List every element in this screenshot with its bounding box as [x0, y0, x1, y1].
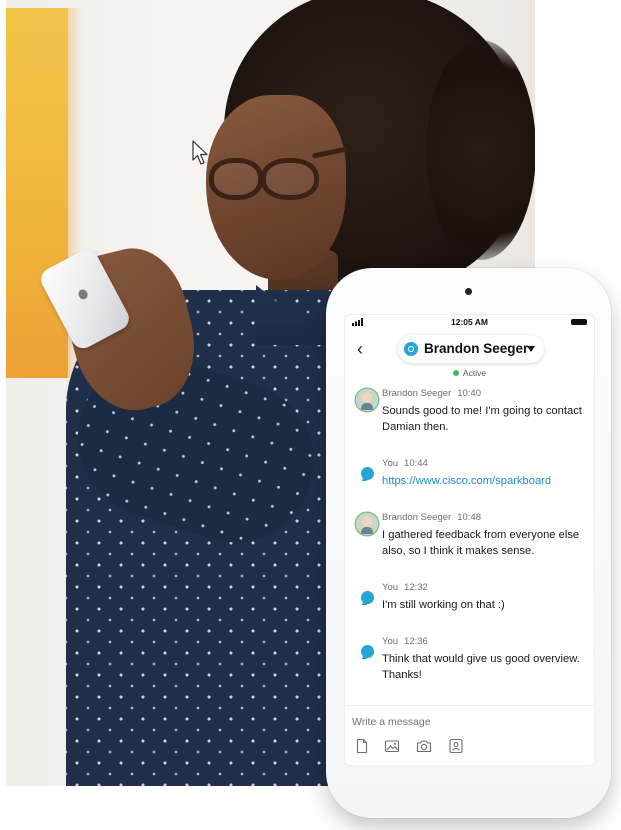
- chat-screen: 12:05 AM ‹ Brandon Seeger Active Brandon…: [344, 314, 595, 766]
- message-sender: Brandon Seeger: [382, 388, 452, 399]
- person-hair-edge: [426, 40, 535, 260]
- message-meta: You 12:36: [382, 636, 428, 647]
- message-sender: You: [382, 636, 399, 647]
- message-text: Think that would give us good overview. …: [382, 653, 580, 681]
- front-camera: [465, 288, 472, 295]
- back-chevron-icon[interactable]: ‹: [352, 339, 368, 359]
- message-meta: You 10:44: [382, 458, 428, 469]
- self-message-icon: [361, 591, 374, 604]
- message-meta: Brandon Seeger 10:40: [382, 388, 481, 399]
- contact-avatar: [356, 389, 378, 411]
- message-composer: [344, 705, 595, 766]
- message-time: 10:48: [457, 512, 481, 523]
- glasses-right-lens: [261, 158, 319, 200]
- glasses-left-lens: [209, 158, 263, 200]
- self-message-icon: [361, 645, 374, 658]
- self-message-icon: [361, 467, 374, 480]
- status-bar: 12:05 AM: [344, 314, 595, 330]
- message-sender: You: [382, 458, 399, 469]
- contact-selector[interactable]: Brandon Seeger: [398, 335, 544, 363]
- message-time: 12:36: [404, 636, 428, 647]
- message-text: I gathered feedback from everyone else a…: [382, 529, 580, 557]
- message-text: Sounds good to me! I'm going to contact …: [382, 405, 582, 433]
- file-icon[interactable]: [354, 738, 370, 754]
- message-sender: You: [382, 582, 399, 593]
- message-text: I'm still working on that :): [382, 599, 505, 611]
- chevron-down-icon: [527, 346, 535, 352]
- message-sender: Brandon Seeger: [382, 512, 452, 523]
- image-icon[interactable]: [384, 738, 400, 754]
- message-meta: Brandon Seeger 10:48: [382, 512, 481, 523]
- contact-avatar: [356, 513, 378, 535]
- yellow-wall-panel: [6, 8, 82, 378]
- spaces-icon: [404, 342, 418, 356]
- contact-card-icon[interactable]: [448, 738, 464, 754]
- message-link[interactable]: https://www.cisco.com/sparkboard: [382, 473, 587, 489]
- presence-label: Active: [462, 368, 487, 378]
- apple-logo-icon: [76, 287, 90, 301]
- message-time: 12:32: [404, 582, 428, 593]
- chat-header: ‹ Brandon Seeger Active: [344, 334, 595, 378]
- message-time: 10:40: [457, 388, 481, 399]
- battery-icon: [571, 319, 587, 325]
- presence-status: Active: [344, 368, 595, 378]
- contact-name: Brandon Seeger: [424, 341, 529, 356]
- message-time: 10:44: [404, 458, 428, 469]
- message-input[interactable]: [350, 712, 574, 732]
- phone-mockup: 12:05 AM ‹ Brandon Seeger Active Brandon…: [326, 268, 611, 818]
- presence-dot-icon: [452, 370, 459, 376]
- message-meta: You 12:32: [382, 582, 428, 593]
- mouse-cursor-icon: [192, 140, 208, 165]
- status-time: 12:05 AM: [450, 317, 488, 327]
- camera-icon[interactable]: [416, 738, 432, 754]
